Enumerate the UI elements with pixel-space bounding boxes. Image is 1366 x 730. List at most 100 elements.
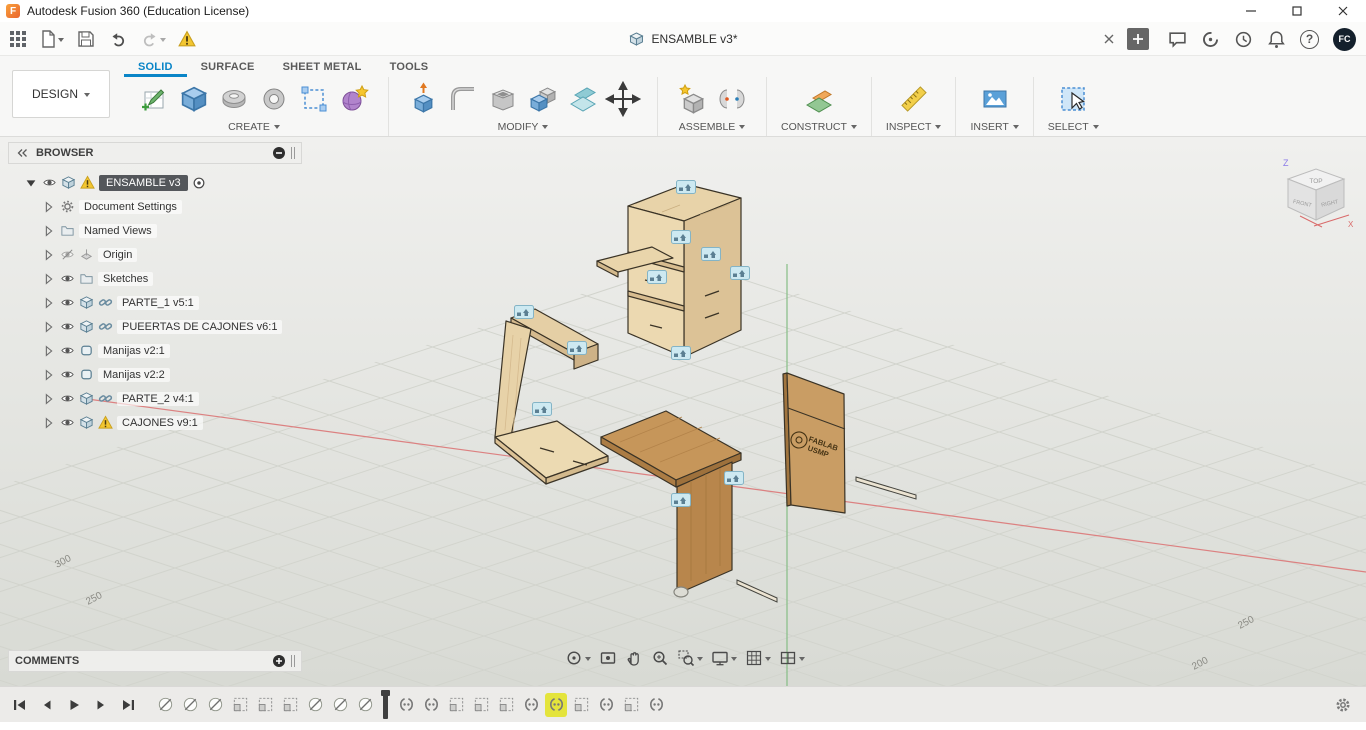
create-group-dropdown[interactable]: CREATE — [134, 120, 374, 136]
document-warning-icon[interactable] — [178, 30, 196, 48]
select-button[interactable] — [1053, 79, 1093, 119]
pan-tool[interactable] — [625, 649, 643, 667]
play-button[interactable] — [66, 697, 82, 713]
browser-item-label[interactable]: Sketches — [98, 271, 154, 286]
tab-surface[interactable]: SURFACE — [187, 56, 269, 77]
joint-badge-icon[interactable] — [514, 305, 534, 319]
move-copy-button[interactable] — [603, 79, 643, 119]
minimize-panel-icon[interactable] — [272, 146, 286, 160]
joint-badge-icon[interactable] — [676, 180, 696, 194]
zoom-window-tool[interactable] — [677, 649, 703, 667]
box-button[interactable] — [174, 79, 214, 119]
create-sketch-button[interactable] — [134, 79, 174, 119]
document-tab[interactable]: ENSAMBLE v3* — [628, 22, 738, 56]
display-settings[interactable] — [711, 649, 737, 667]
timeline-playhead[interactable] — [381, 689, 390, 719]
revolve-button[interactable] — [214, 79, 254, 119]
visibility-eye-icon[interactable] — [60, 367, 75, 382]
browser-item-label[interactable]: Manijas v2:1 — [98, 343, 170, 358]
timeline-feature-component[interactable] — [620, 693, 642, 717]
close-button[interactable] — [1320, 0, 1366, 22]
joint-badge-icon[interactable] — [701, 247, 721, 261]
step-back-button[interactable] — [39, 697, 55, 713]
look-at-tool[interactable] — [599, 649, 617, 667]
timeline-feature-joint[interactable] — [595, 693, 617, 717]
browser-item-label[interactable]: PUEERTAS DE CAJONES v6:1 — [117, 319, 283, 334]
browser-row-puertas[interactable]: PUEERTAS DE CAJONES v6:1 — [8, 315, 302, 338]
account-avatar[interactable]: FC — [1333, 27, 1356, 51]
expand-arrow-icon[interactable] — [24, 176, 38, 190]
timeline-feature-sketch[interactable] — [179, 693, 201, 717]
timeline-feature-sketch[interactable] — [204, 693, 226, 717]
workspace-dropdown[interactable]: DESIGN — [12, 70, 110, 118]
timeline-feature-component[interactable] — [495, 693, 517, 717]
go-to-end-button[interactable] — [120, 697, 136, 713]
construct-plane-button[interactable] — [799, 79, 839, 119]
file-menu-button[interactable] — [38, 29, 64, 49]
tab-sheet-metal[interactable]: SHEET METAL — [269, 56, 376, 77]
joint-badge-icon[interactable] — [671, 230, 691, 244]
collapse-panel-icon[interactable] — [15, 146, 29, 160]
go-to-start-button[interactable] — [12, 697, 28, 713]
history-clock-icon[interactable] — [1234, 30, 1253, 49]
browser-row-cajones[interactable]: CAJONES v9:1 — [8, 411, 302, 434]
press-pull-button[interactable] — [403, 79, 443, 119]
minimize-button[interactable] — [1228, 0, 1274, 22]
pattern-button[interactable] — [294, 79, 334, 119]
visibility-eye-icon[interactable] — [60, 343, 75, 358]
inspect-group-dropdown[interactable]: INSPECT — [886, 120, 942, 136]
assemble-group-dropdown[interactable]: ASSEMBLE — [672, 120, 752, 136]
visibility-off-icon[interactable] — [60, 247, 75, 262]
joint-badge-icon[interactable] — [671, 346, 691, 360]
maximize-button[interactable] — [1274, 0, 1320, 22]
expand-arrow-icon[interactable] — [42, 392, 56, 406]
measure-button[interactable] — [894, 79, 934, 119]
browser-item-label[interactable]: Origin — [98, 247, 138, 262]
browser-item-label[interactable]: CAJONES v9:1 — [117, 415, 203, 430]
tab-close-button[interactable] — [1100, 30, 1118, 48]
timeline-feature-component[interactable] — [279, 693, 301, 717]
activate-component-radio[interactable] — [192, 176, 206, 190]
expand-arrow-icon[interactable] — [42, 296, 56, 310]
hole-button[interactable] — [254, 79, 294, 119]
logo-panel-part[interactable]: FABLAB USMP — [782, 372, 846, 514]
modify-group-dropdown[interactable]: MODIFY — [403, 120, 643, 136]
browser-row-document-settings[interactable]: Document Settings — [8, 195, 302, 218]
new-tab-button[interactable] — [1127, 28, 1149, 50]
feedback-comment-icon[interactable] — [1168, 30, 1187, 49]
zoom-tool[interactable] — [651, 649, 669, 667]
browser-item-label[interactable]: Document Settings — [79, 199, 182, 214]
timeline-feature-component[interactable] — [445, 693, 467, 717]
timeline-feature-component[interactable] — [570, 693, 592, 717]
timeline-feature-joint[interactable] — [395, 693, 417, 717]
fillet-button[interactable] — [443, 79, 483, 119]
joint-badge-icon[interactable] — [567, 341, 587, 355]
browser-row-named-views[interactable]: Named Views — [8, 219, 302, 242]
comments-panel-header[interactable]: COMMENTS — [8, 650, 302, 672]
browser-row-parte1[interactable]: PARTE_1 v5:1 — [8, 291, 302, 314]
timeline-feature-joint[interactable] — [545, 692, 567, 717]
joint-badge-icon[interactable] — [724, 471, 744, 485]
visibility-eye-icon[interactable] — [60, 295, 75, 310]
expand-arrow-icon[interactable] — [42, 200, 56, 214]
browser-root-row[interactable]: ENSAMBLE v3 — [8, 171, 302, 194]
joint-badge-icon[interactable] — [730, 266, 750, 280]
visibility-eye-icon[interactable] — [60, 271, 75, 286]
timeline-feature-component[interactable] — [229, 693, 251, 717]
shell-button[interactable] — [483, 79, 523, 119]
insert-button[interactable] — [975, 79, 1015, 119]
timeline-feature-joint[interactable] — [420, 693, 442, 717]
timeline-feature-component[interactable] — [470, 693, 492, 717]
panel-resize-handle[interactable] — [291, 147, 295, 159]
joint-badge-icon[interactable] — [671, 493, 691, 507]
joint-button[interactable] — [712, 79, 752, 119]
timeline-feature-joint[interactable] — [520, 693, 542, 717]
expand-arrow-icon[interactable] — [42, 368, 56, 382]
visibility-eye-icon[interactable] — [42, 175, 57, 190]
app-grid-icon[interactable] — [10, 31, 26, 47]
insert-group-dropdown[interactable]: INSERT — [970, 120, 1019, 136]
root-component-label[interactable]: ENSAMBLE v3 — [99, 174, 188, 191]
browser-panel-header[interactable]: BROWSER — [8, 142, 302, 164]
browser-item-label[interactable]: PARTE_2 v4:1 — [117, 391, 199, 406]
browser-row-origin[interactable]: Origin — [8, 243, 302, 266]
